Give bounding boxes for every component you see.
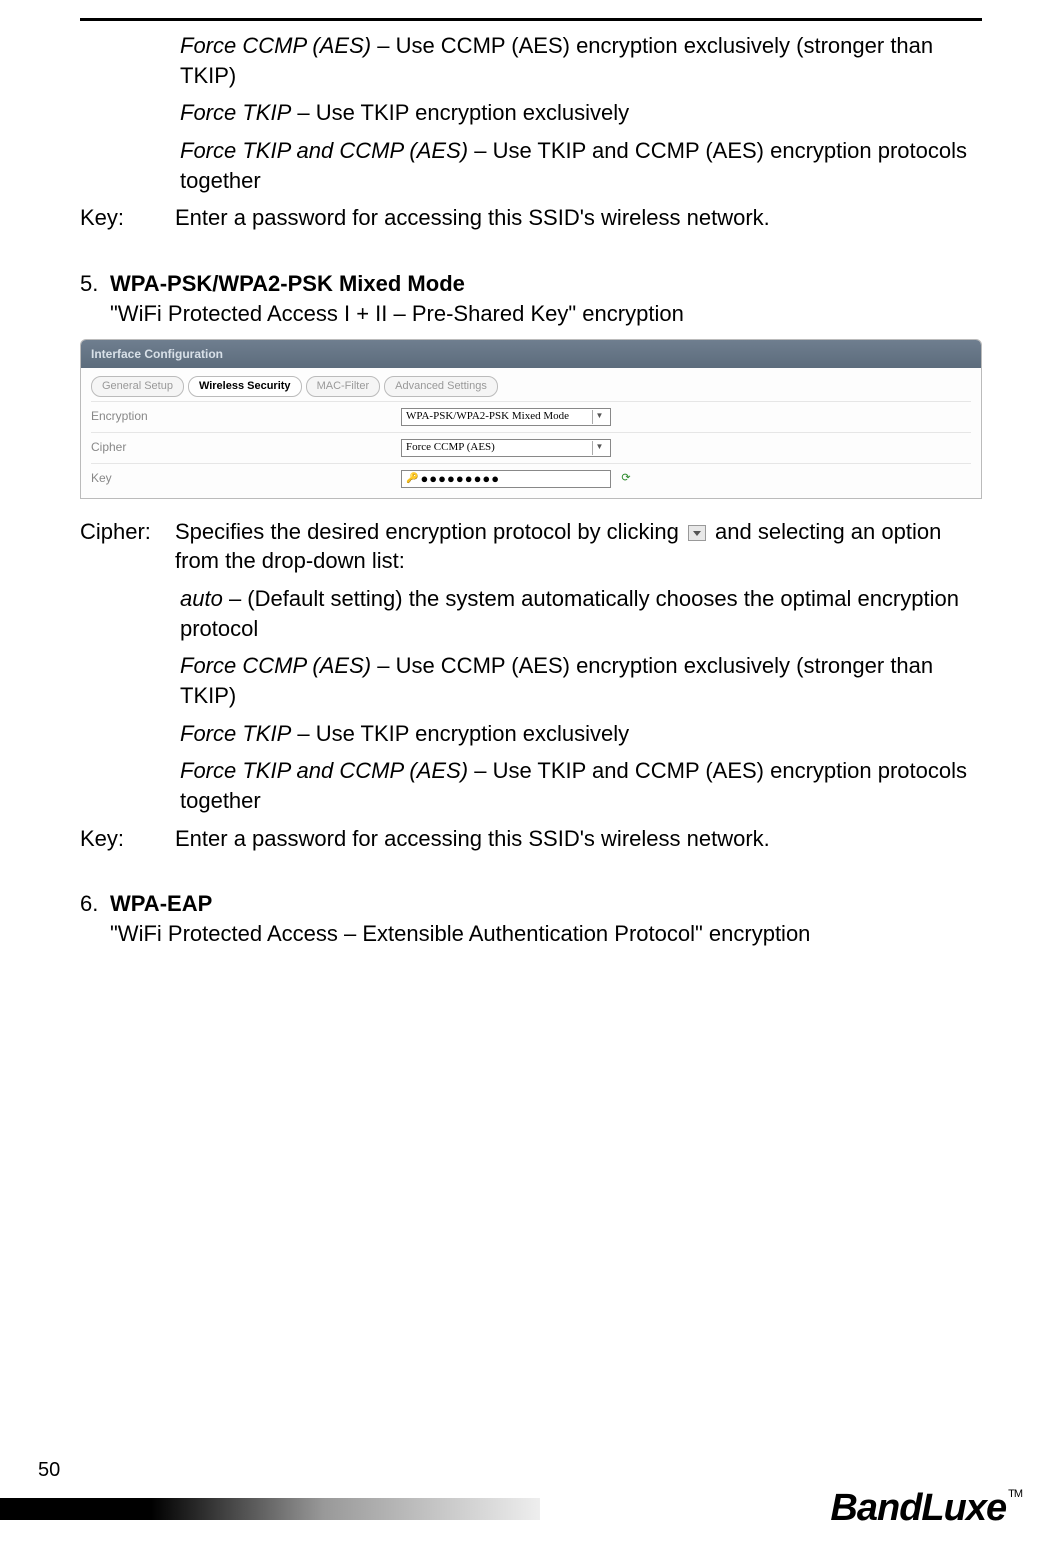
- section-5-heading: 5. WPA-PSK/WPA2-PSK Mixed Mode: [80, 269, 982, 299]
- option-sep: –: [223, 586, 247, 611]
- input-key[interactable]: 🔑 ●●●●●●●●●: [401, 470, 611, 488]
- section-title: WPA-PSK/WPA2-PSK Mixed Mode: [110, 269, 465, 299]
- option-force-tkip: Force TKIP – Use TKIP encryption exclusi…: [180, 98, 982, 128]
- option-force-tkip: Force TKIP – Use TKIP encryption exclusi…: [180, 719, 982, 749]
- option-sep: –: [371, 33, 395, 58]
- section-number: 5.: [80, 269, 110, 299]
- option-force-both: Force TKIP and CCMP (AES) – Use TKIP and…: [180, 136, 982, 195]
- panel-header: Interface Configuration: [81, 340, 981, 368]
- key-definition: Key: Enter a password for accessing this…: [80, 203, 982, 233]
- section-number: 6.: [80, 889, 110, 919]
- option-force-both: Force TKIP and CCMP (AES) – Use TKIP and…: [180, 756, 982, 815]
- option-desc: Use TKIP encryption exclusively: [316, 721, 629, 746]
- dropdown-icon: [688, 525, 706, 541]
- row-key: Key 🔑 ●●●●●●●●● ⟳: [91, 463, 971, 494]
- option-sep: –: [291, 721, 315, 746]
- option-auto: auto – (Default setting) the system auto…: [180, 584, 982, 643]
- panel-tabs: General Setup Wireless Security MAC-Filt…: [91, 376, 971, 397]
- row-cipher: Cipher Force CCMP (AES) ▼: [91, 432, 971, 463]
- cipher-definition: Cipher: Specifies the desired encryption…: [80, 517, 982, 576]
- option-label: Force CCMP (AES): [180, 33, 371, 58]
- option-desc: (Default setting) the system automatical…: [180, 586, 959, 641]
- tab-mac-filter[interactable]: MAC-Filter: [306, 376, 381, 397]
- row-encryption: Encryption WPA-PSK/WPA2-PSK Mixed Mode ▼: [91, 401, 971, 432]
- option-sep: –: [371, 653, 395, 678]
- option-label: Force CCMP (AES): [180, 653, 371, 678]
- label-encryption: Encryption: [91, 408, 401, 424]
- option-force-ccmp: Force CCMP (AES) – Use CCMP (AES) encryp…: [180, 31, 982, 90]
- option-label: Force TKIP: [180, 100, 291, 125]
- label-key: Key: [91, 470, 401, 486]
- panel-body: General Setup Wireless Security MAC-Filt…: [81, 368, 981, 498]
- trademark-symbol: TM: [1008, 1487, 1022, 1502]
- section-6-heading: 6. WPA-EAP: [80, 889, 982, 919]
- option-label: Force TKIP and CCMP (AES): [180, 758, 468, 783]
- label-cipher: Cipher: [91, 439, 401, 455]
- option-sep: –: [291, 100, 315, 125]
- option-force-ccmp: Force CCMP (AES) – Use CCMP (AES) encryp…: [180, 651, 982, 710]
- footer: BandLuxe TM: [0, 1488, 1062, 1530]
- option-sep: –: [468, 138, 492, 163]
- chevron-down-icon: ▼: [592, 441, 606, 455]
- option-label: Force TKIP: [180, 721, 291, 746]
- section-5-desc: "WiFi Protected Access I + II – Pre-Shar…: [110, 299, 982, 329]
- select-encryption-value: WPA-PSK/WPA2-PSK Mixed Mode: [406, 409, 569, 424]
- tab-advanced-settings[interactable]: Advanced Settings: [384, 376, 498, 397]
- key-label: Key:: [80, 203, 175, 233]
- key-desc: Enter a password for accessing this SSID…: [175, 203, 982, 233]
- key-label: Key:: [80, 824, 175, 854]
- section-title: WPA-EAP: [110, 889, 212, 919]
- interface-config-panel: Interface Configuration General Setup Wi…: [80, 339, 982, 499]
- brand-logo-text: BandLuxe: [830, 1483, 1006, 1534]
- section-6-desc: "WiFi Protected Access – Extensible Auth…: [110, 919, 982, 949]
- cipher-option-list: auto – (Default setting) the system auto…: [80, 584, 982, 816]
- key-desc: Enter a password for accessing this SSID…: [175, 824, 982, 854]
- key-icon: 🔑: [406, 472, 418, 486]
- input-key-value: ●●●●●●●●●: [420, 474, 500, 484]
- tab-wireless-security[interactable]: Wireless Security: [188, 376, 302, 397]
- option-sep: –: [468, 758, 492, 783]
- brand-logo: BandLuxe TM: [830, 1483, 1022, 1534]
- top-cipher-options: Force CCMP (AES) – Use CCMP (AES) encryp…: [80, 31, 982, 195]
- chevron-down-icon: ▼: [592, 410, 606, 424]
- key-definition-2: Key: Enter a password for accessing this…: [80, 824, 982, 854]
- tab-general-setup[interactable]: General Setup: [91, 376, 184, 397]
- cipher-desc: Specifies the desired encryption protoco…: [175, 517, 982, 576]
- select-cipher[interactable]: Force CCMP (AES) ▼: [401, 439, 611, 457]
- page-number: 50: [38, 1457, 60, 1484]
- refresh-icon[interactable]: ⟳: [619, 472, 633, 486]
- option-label: Force TKIP and CCMP (AES): [180, 138, 468, 163]
- option-desc: Use TKIP encryption exclusively: [316, 100, 629, 125]
- select-cipher-value: Force CCMP (AES): [406, 440, 495, 455]
- select-encryption[interactable]: WPA-PSK/WPA2-PSK Mixed Mode ▼: [401, 408, 611, 426]
- top-rule: [80, 18, 982, 21]
- option-label: auto: [180, 586, 223, 611]
- footer-gradient: [0, 1498, 540, 1520]
- cipher-label: Cipher:: [80, 517, 175, 576]
- cipher-desc-a: Specifies the desired encryption protoco…: [175, 519, 685, 544]
